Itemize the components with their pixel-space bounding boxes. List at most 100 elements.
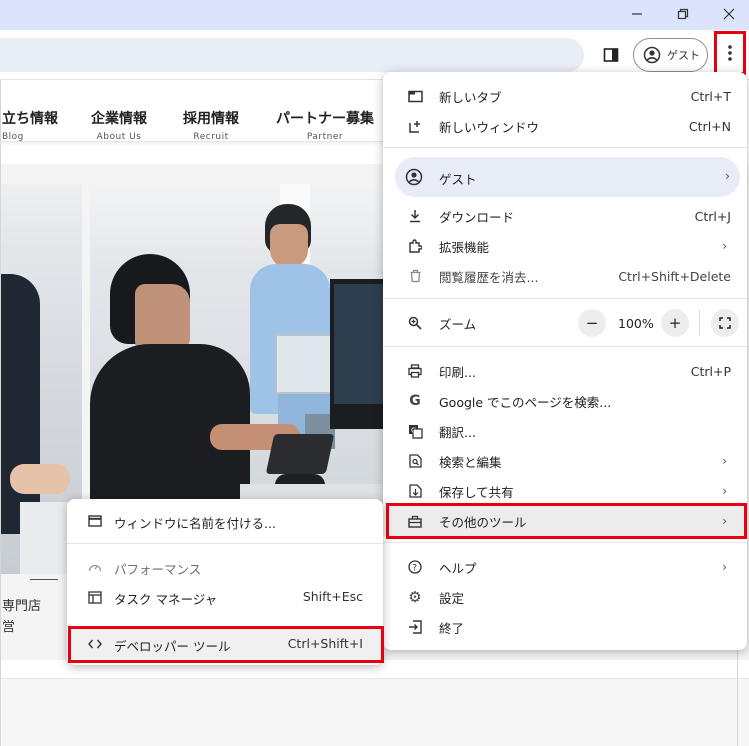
menu-item-label: ダウンロード (439, 209, 515, 225)
save-share-icon (407, 483, 423, 499)
zoom-level: 100% (618, 316, 654, 331)
menu-item-search-edit[interactable]: 検索と編集 › (383, 446, 747, 476)
zoom-divider (699, 310, 700, 336)
minimize-button[interactable] (614, 0, 660, 28)
menu-item-label: 新しいタブ (439, 89, 502, 105)
restore-icon (677, 8, 689, 20)
restore-button[interactable] (660, 0, 706, 28)
menu-item-label: 拡張機能 (439, 239, 490, 255)
nav-item-sublabel: Recruit (193, 132, 229, 142)
side-panel-button[interactable] (596, 40, 626, 70)
menu-item-label: ゲスト (439, 172, 477, 187)
speedometer-icon (87, 559, 103, 575)
menu-item-label: Google でこのページを検索... (439, 394, 612, 410)
chevron-right-icon: › (722, 239, 727, 253)
site-navigation: 立ち情報 Blog 企業情報 About Us 採用情報 Recruit パート… (0, 80, 400, 142)
profile-chip[interactable]: ゲスト (633, 38, 708, 72)
menu-item-print[interactable]: 印刷... Ctrl+P (383, 356, 747, 386)
svg-text:?: ? (412, 563, 417, 573)
nav-item-sublabel: Partner (306, 132, 344, 142)
arrow-line (30, 579, 58, 580)
menu-item-label: 設定 (439, 590, 465, 606)
menu-item-new-tab[interactable]: 新しいタブ Ctrl+T (383, 81, 747, 111)
svg-text:G: G (411, 426, 416, 434)
menu-item-label: 印刷... (439, 364, 476, 380)
nav-item-label: 企業情報 (91, 111, 147, 127)
menu-item-shortcut: Ctrl+Shift+Delete (618, 268, 731, 284)
nav-item-recruit[interactable]: 採用情報 Recruit (183, 108, 239, 142)
menu-separator (383, 298, 747, 299)
chrome-menu: 新しいタブ Ctrl+T 新しいウィンドウ Ctrl+N ゲスト › ダウンロー… (383, 72, 747, 650)
submenu-item-shortcut: Shift+Esc (302, 589, 363, 604)
menu-item-exit[interactable]: 終了 (383, 612, 747, 642)
print-icon (407, 363, 423, 379)
find-in-page-icon (407, 453, 423, 469)
store-caption-line: 専門店 (2, 599, 42, 614)
menu-item-label: 翻訳... (439, 424, 476, 440)
submenu-item-label: パフォーマンス (114, 562, 202, 577)
nav-item-label: 立ち情報 (2, 111, 58, 127)
nav-item-blog[interactable]: 立ち情報 Blog (2, 108, 58, 142)
chevron-right-icon: › (722, 484, 727, 498)
menu-item-label: 保存して共有 (439, 484, 514, 500)
profile-chip-label: ゲスト (667, 49, 700, 62)
download-icon (407, 208, 423, 224)
highlight-more-tools (386, 503, 747, 539)
menu-item-extensions[interactable]: 拡張機能 › (383, 231, 747, 261)
menu-item-label: 検索と編集 (439, 454, 502, 470)
menu-item-label: 閲覧履歴を消去... (439, 269, 539, 285)
menu-separator (383, 346, 747, 347)
new-tab-icon (407, 88, 423, 104)
submenu-item-label: ウィンドウに名前を付ける... (114, 516, 276, 531)
nav-item-sublabel: Blog (2, 132, 24, 142)
menu-item-label: 新しいウィンドウ (439, 119, 540, 135)
help-icon: ? (407, 559, 423, 575)
menu-item-downloads[interactable]: ダウンロード Ctrl+J (383, 201, 747, 231)
fullscreen-button[interactable] (711, 309, 739, 337)
menu-separator (383, 542, 747, 543)
store-caption: 専門店 営 (2, 596, 41, 638)
zoom-icon (407, 315, 423, 331)
chevron-right-icon: › (725, 168, 730, 183)
menu-item-clear-history[interactable]: 閲覧履歴を消去... Ctrl+Shift+Delete (383, 261, 747, 291)
menu-item-shortcut: Ctrl+J (694, 208, 731, 224)
nav-item-about[interactable]: 企業情報 About Us (91, 108, 147, 142)
title-bar (0, 0, 749, 30)
menu-item-settings[interactable]: ⚙ 設定 (383, 582, 747, 612)
minimize-icon (632, 13, 642, 15)
window-icon (87, 513, 103, 529)
menu-item-label: ヘルプ (439, 560, 477, 576)
menu-item-help[interactable]: ? ヘルプ › (383, 552, 747, 582)
menu-separator (67, 543, 383, 544)
chevron-right-icon: › (722, 560, 727, 574)
zoom-in-button[interactable]: + (661, 309, 689, 337)
gear-icon: ⚙ (408, 588, 422, 606)
nav-item-sublabel: About Us (96, 132, 142, 142)
zoom-out-button[interactable]: − (578, 309, 606, 337)
chrome-menu-button[interactable] (714, 31, 746, 75)
menu-item-guest[interactable]: ゲスト › (395, 157, 740, 197)
menu-item-zoom: ズーム − 100% + (383, 308, 747, 338)
nav-item-label: 採用情報 (183, 111, 239, 127)
task-manager-icon (87, 589, 103, 605)
address-bar[interactable] (0, 38, 584, 72)
account-icon (405, 168, 423, 189)
submenu-item-task-manager[interactable]: タスク マネージャ Shift+Esc (67, 582, 383, 612)
highlight-devtools (68, 626, 384, 663)
menu-item-shortcut: Ctrl+T (690, 88, 731, 104)
menu-item-shortcut: Ctrl+N (688, 118, 731, 134)
menu-item-label: ズーム (439, 316, 477, 332)
nav-item-partner[interactable]: パートナー募集 Partner (276, 108, 374, 142)
menu-item-google-search[interactable]: G Google でこのページを検索... (383, 386, 747, 416)
more-vert-icon (728, 45, 732, 61)
submenu-item-performance[interactable]: パフォーマンス (67, 552, 383, 582)
store-caption-line: 営 (2, 620, 16, 635)
menu-item-new-window[interactable]: 新しいウィンドウ Ctrl+N (383, 111, 747, 141)
side-panel-icon (603, 48, 619, 62)
menu-item-shortcut: Ctrl+P (690, 363, 731, 379)
footer-band (0, 678, 749, 746)
menu-item-save-share[interactable]: 保存して共有 › (383, 476, 747, 506)
submenu-item-name-window[interactable]: ウィンドウに名前を付ける... (67, 506, 383, 536)
menu-item-translate[interactable]: G 翻訳... (383, 416, 747, 446)
close-window-button[interactable] (706, 0, 749, 28)
